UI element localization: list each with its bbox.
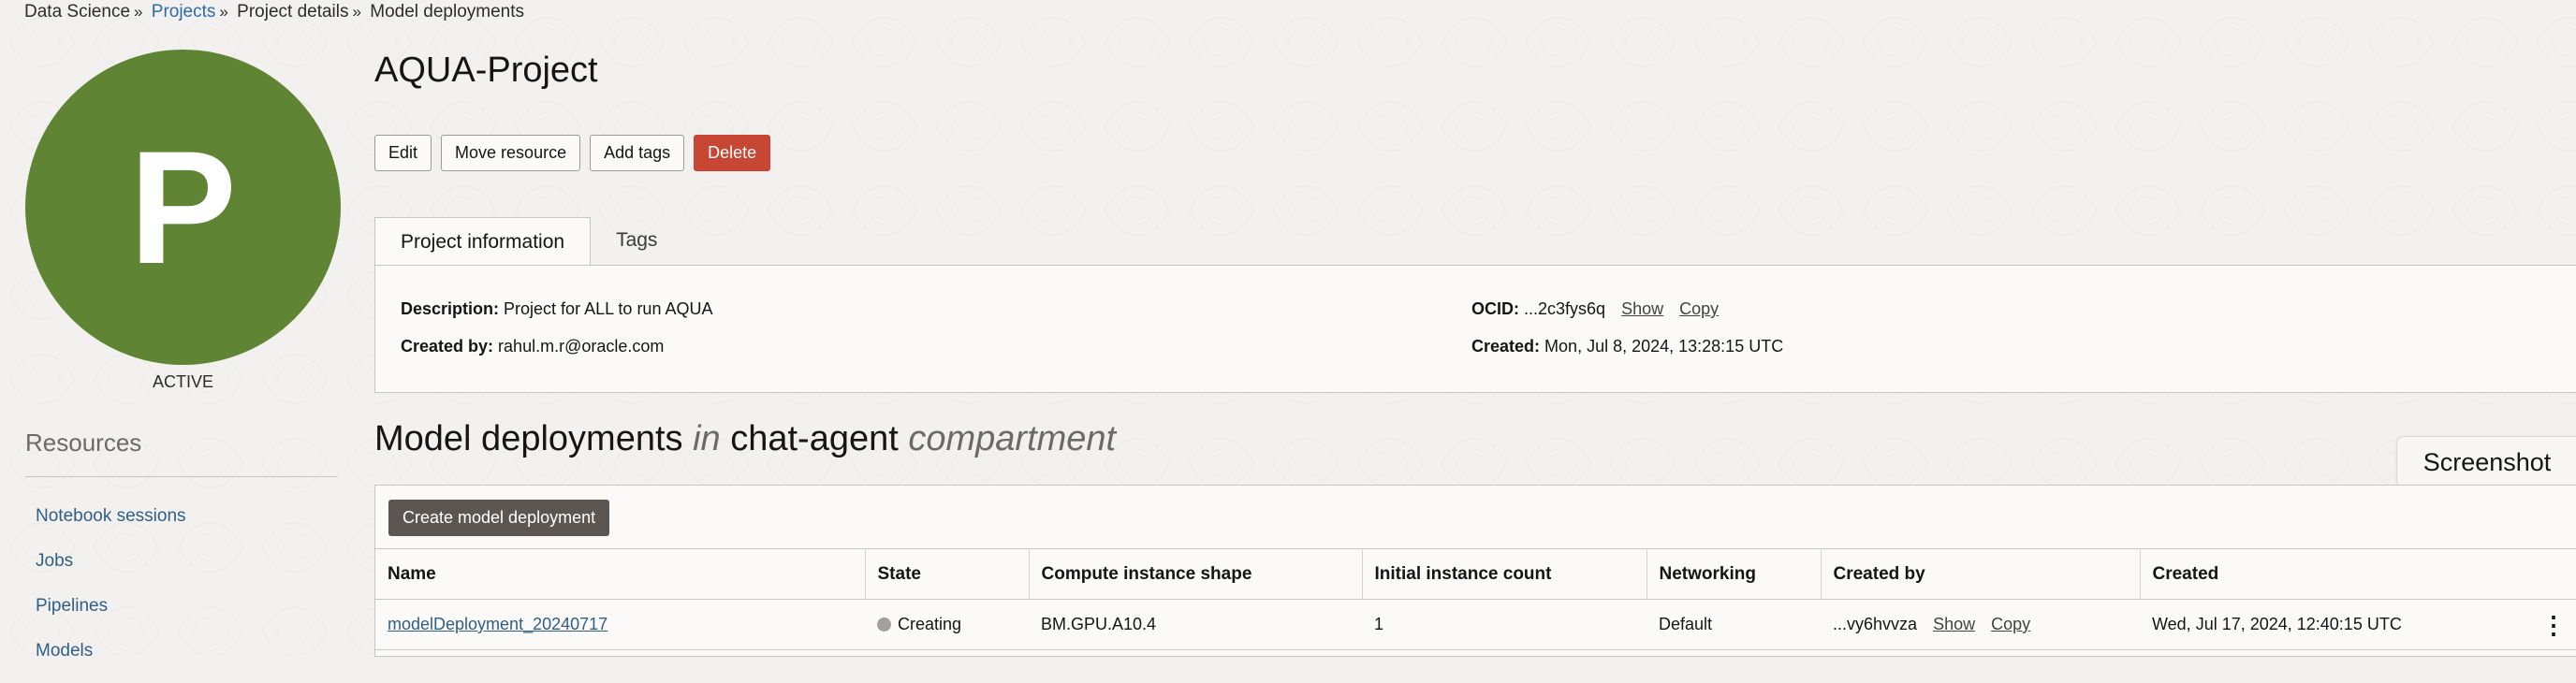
section-title: Model deployments in chat-agent compartm… xyxy=(374,419,1116,459)
resource-models[interactable]: Models xyxy=(36,638,186,683)
project-info-panel: Description: Project for ALL to run AQUA… xyxy=(374,265,2576,393)
section-title-compartment: compartment xyxy=(908,419,1117,458)
screenshot-button[interactable]: Screenshot xyxy=(2396,436,2576,488)
breadcrumb-projects[interactable]: Projects xyxy=(152,2,216,22)
table-row: modelDeployment_20240717 Creating BM.GPU… xyxy=(375,599,2576,650)
cell-created-by: ...vy6hvvza Show Copy xyxy=(1821,599,2140,650)
action-bar: Edit Move resource Add tags Delete xyxy=(374,135,771,171)
column-header-created-by[interactable]: Created by xyxy=(1821,548,2141,600)
compartment-name[interactable]: chat-agent xyxy=(730,419,899,458)
breadcrumb-data-science[interactable]: Data Science xyxy=(24,2,130,22)
add-tags-button[interactable]: Add tags xyxy=(590,135,685,171)
row-actions-kebab-icon[interactable]: ⋮ xyxy=(2541,611,2566,640)
cell-created: Wed, Jul 17, 2024, 12:40:15 UTC xyxy=(2140,599,2576,650)
breadcrumb-current: Model deployments xyxy=(370,2,525,22)
deployments-table: Name State Compute instance shape Initia… xyxy=(375,548,2576,650)
cell-shape: BM.GPU.A10.4 xyxy=(1029,599,1362,650)
created-by-label: Created by: xyxy=(401,337,494,356)
ocid-show-link[interactable]: Show xyxy=(1621,299,1663,318)
resources-divider xyxy=(25,476,338,477)
ocid-row: OCID: ...2c3fys6q Show Copy xyxy=(1471,299,1719,319)
created-by-row: Created by: rahul.m.r@oracle.com xyxy=(401,337,664,356)
table-header-row: Name State Compute instance shape Initia… xyxy=(375,548,2576,600)
tab-bar: Project information Tags xyxy=(374,217,682,267)
page-title: AQUA-Project xyxy=(374,51,598,90)
ocid-value: ...2c3fys6q xyxy=(1524,299,1606,318)
ocid-copy-link[interactable]: Copy xyxy=(1679,299,1719,318)
created-by-show-link[interactable]: Show xyxy=(1933,615,1975,633)
column-header-created[interactable]: Created xyxy=(2140,548,2576,600)
resource-jobs[interactable]: Jobs xyxy=(36,548,186,593)
section-title-main: Model deployments xyxy=(374,419,683,458)
deployments-table-panel: Create model deployment Name State Compu… xyxy=(374,485,2576,657)
cell-state: Creating xyxy=(865,599,1029,650)
project-status: ACTIVE xyxy=(152,372,213,391)
section-title-in: in xyxy=(693,419,721,458)
created-by-value: rahul.m.r@oracle.com xyxy=(498,337,665,356)
resource-pipelines[interactable]: Pipelines xyxy=(36,593,186,638)
cell-networking: Default xyxy=(1647,599,1821,650)
created-label: Created: xyxy=(1471,337,1541,356)
deployment-name-link[interactable]: modelDeployment_20240717 xyxy=(388,615,607,633)
description-row: Description: Project for ALL to run AQUA xyxy=(401,299,712,319)
column-header-state[interactable]: State xyxy=(865,548,1030,600)
cell-count: 1 xyxy=(1362,599,1647,650)
move-resource-button[interactable]: Move resource xyxy=(441,135,581,171)
delete-button[interactable]: Delete xyxy=(694,135,771,171)
project-avatar: P xyxy=(25,50,341,365)
column-header-count[interactable]: Initial instance count xyxy=(1362,548,1647,600)
avatar-letter: P xyxy=(129,117,237,298)
created-row: Created: Mon, Jul 8, 2024, 13:28:15 UTC xyxy=(1471,337,1783,356)
ocid-label: OCID: xyxy=(1471,299,1519,318)
column-header-shape[interactable]: Compute instance shape xyxy=(1029,548,1363,600)
tab-project-information[interactable]: Project information xyxy=(374,217,592,267)
created-value: Mon, Jul 8, 2024, 13:28:15 UTC xyxy=(1544,337,1784,356)
state-indicator-icon xyxy=(877,618,891,632)
created-by-copy-link[interactable]: Copy xyxy=(1991,615,2030,633)
state-value: Creating xyxy=(898,615,962,633)
edit-button[interactable]: Edit xyxy=(374,135,432,171)
column-header-networking[interactable]: Networking xyxy=(1647,548,1822,600)
description-label: Description: xyxy=(401,299,500,318)
breadcrumb-project-details[interactable]: Project details xyxy=(237,2,348,22)
created-by-ocid: ...vy6hvvza xyxy=(1833,615,1918,633)
column-header-name[interactable]: Name xyxy=(375,548,866,600)
resources-list: Notebook sessions Jobs Pipelines Models xyxy=(36,503,186,683)
tab-tags[interactable]: Tags xyxy=(591,217,682,264)
create-model-deployment-button[interactable]: Create model deployment xyxy=(388,500,610,536)
resource-notebook-sessions[interactable]: Notebook sessions xyxy=(36,503,186,548)
cell-name: modelDeployment_20240717 xyxy=(375,599,865,650)
description-value: Project for ALL to run AQUA xyxy=(504,299,713,318)
resources-title: Resources xyxy=(25,429,142,457)
breadcrumb: Data Science» Projects» Project details»… xyxy=(24,2,525,22)
